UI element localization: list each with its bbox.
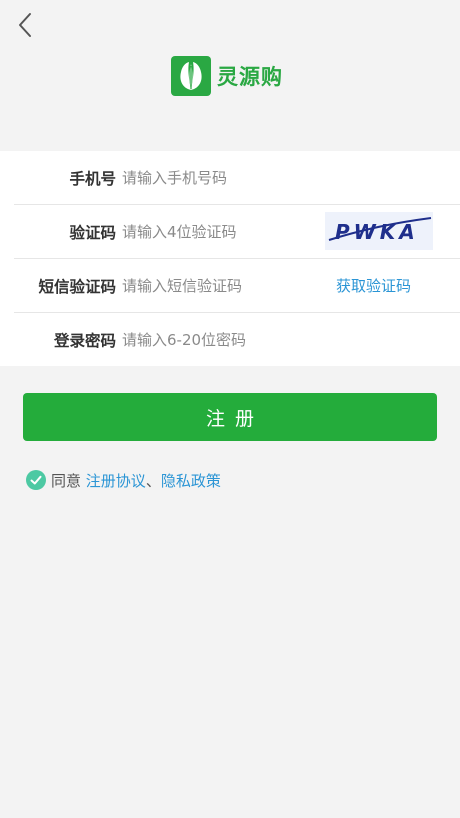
app-name: 灵源购 — [217, 65, 283, 89]
app-logo: 灵源购 — [171, 55, 283, 97]
agreement-text: 同意 注册协议、隐私政策 — [51, 470, 221, 491]
cabbage-logo-icon — [171, 56, 211, 96]
chevron-left-icon — [17, 12, 33, 42]
captcha-label: 验证码 — [69, 223, 116, 242]
get-sms-code-button[interactable]: 获取验证码 — [336, 275, 411, 296]
terms-link[interactable]: 注册协议 — [86, 472, 146, 490]
sms-label: 短信验证码 — [38, 277, 116, 296]
captcha-row: 验证码 PWKA — [14, 205, 460, 259]
sms-row: 短信验证码 获取验证码 — [14, 259, 460, 313]
password-label: 登录密码 — [53, 331, 116, 350]
agreement-separator: 、 — [145, 471, 161, 490]
back-button[interactable] — [12, 12, 38, 42]
captcha-image[interactable]: PWKA — [325, 212, 433, 250]
registration-form: 手机号 验证码 PWKA 短信验证码 获取验证码 登录密码 — [0, 151, 460, 366]
agreement-prefix: 同意 — [51, 471, 82, 490]
agreement-checkbox[interactable] — [26, 470, 46, 490]
register-button[interactable]: 注册 — [23, 393, 437, 441]
captcha-text: PWKA — [335, 220, 419, 244]
check-icon — [30, 475, 42, 485]
password-row: 登录密码 — [14, 313, 460, 366]
privacy-link[interactable]: 隐私政策 — [161, 472, 221, 490]
phone-input[interactable] — [122, 168, 322, 187]
captcha-input[interactable] — [122, 222, 322, 241]
phone-label: 手机号 — [69, 169, 116, 188]
phone-row: 手机号 — [14, 151, 460, 205]
sms-input[interactable] — [122, 276, 322, 295]
password-input[interactable] — [122, 330, 322, 349]
agreement-row: 同意 注册协议、隐私政策 — [26, 469, 221, 491]
